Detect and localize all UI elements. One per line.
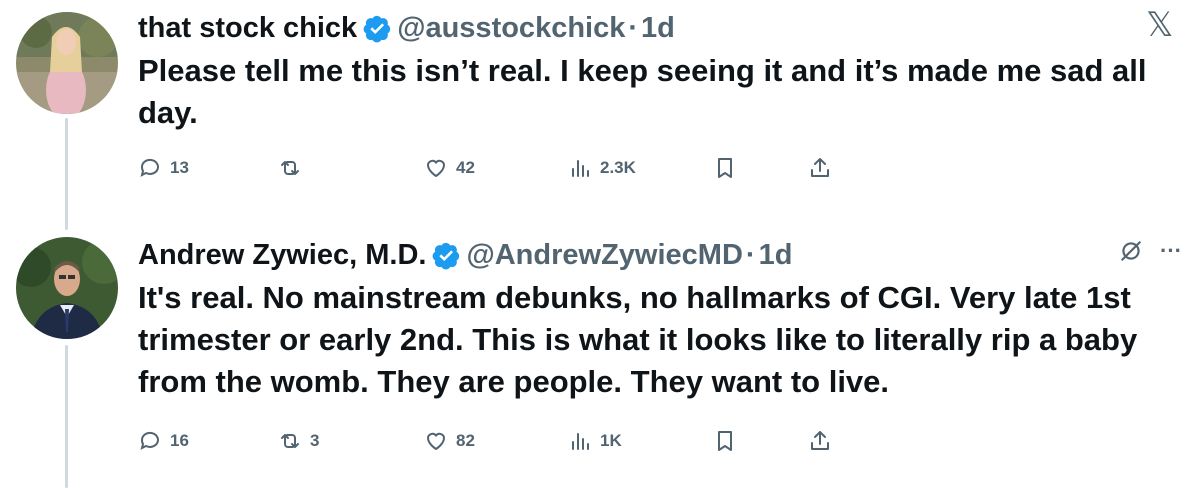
grok-icon[interactable] [1118,238,1144,264]
heart-icon [426,159,446,178]
like-button[interactable]: 82 [424,421,475,461]
bookmark-icon [718,158,732,178]
reply-button[interactable]: 16 [138,421,189,461]
separator-dot: · [628,12,639,44]
action-bar: 16 3 82 1K [138,421,878,461]
more-options-icon[interactable]: ··· [1160,238,1182,264]
share-icon [811,158,829,177]
retweet-count: 3 [310,431,320,450]
avatar[interactable] [16,12,118,114]
views-button[interactable]: 2.3K [568,148,636,188]
handle[interactable]: @ausstockchick [397,6,625,50]
share-button[interactable] [808,148,832,188]
reply-button[interactable]: 13 [138,148,189,188]
views-count: 1K [600,431,622,450]
x-logo-wrap: 𝕏 [1146,8,1173,42]
bookmark-icon [718,431,732,451]
display-name[interactable]: Andrew Zywiec, M.D. [138,233,426,277]
retweet-icon [281,161,299,175]
like-count: 42 [456,158,475,177]
tweet-1[interactable]: that stock chick @ausstockchick · 1d Ple… [0,6,1200,216]
bookmark-button[interactable] [713,148,737,188]
retweet-button[interactable]: 3 [278,421,319,461]
tweet-2[interactable]: Andrew Zywiec, M.D. @AndrewZywiecMD · 1d… [0,233,1200,488]
tweet-text: It's real. No mainstream debunks, no hal… [138,280,1138,399]
share-button[interactable] [808,421,832,461]
separator-dot: · [745,239,756,271]
verified-badge-icon [363,14,392,43]
avatar[interactable] [16,237,118,339]
x-logo-icon: 𝕏 [1146,5,1174,45]
bookmark-button[interactable] [713,421,737,461]
retweet-button[interactable] [278,148,310,188]
views-count: 2.3K [600,158,636,177]
tweet-2-top-actions: ··· [1118,238,1182,264]
heart-icon [426,432,446,451]
views-chart-icon [572,433,589,450]
reply-icon [140,431,159,450]
retweet-icon [281,434,299,448]
like-button[interactable]: 42 [424,148,475,188]
tweet-header: Andrew Zywiec, M.D. @AndrewZywiecMD · 1d [138,233,792,277]
tweet-text: Please tell me this isn’t real. I keep s… [138,53,1147,130]
tweet-header: that stock chick @ausstockchick · 1d [138,6,675,50]
like-count: 82 [456,431,475,450]
display-name[interactable]: that stock chick [138,6,357,50]
verified-badge-icon [432,241,461,270]
views-chart-icon [572,160,589,177]
timestamp[interactable]: 1d [759,233,793,277]
action-bar: 13 42 2.3K [138,148,878,188]
share-icon [811,431,829,450]
timestamp[interactable]: 1d [641,6,675,50]
reply-icon [140,158,159,177]
views-button[interactable]: 1K [568,421,622,461]
reply-count: 13 [170,158,189,177]
reply-count: 16 [170,431,189,450]
handle[interactable]: @AndrewZywiecMD [466,233,742,277]
